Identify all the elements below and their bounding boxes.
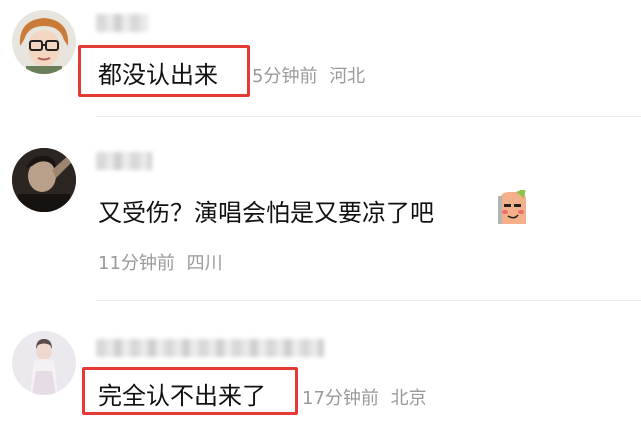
username-blurred[interactable] xyxy=(96,14,148,32)
username-blurred[interactable] xyxy=(96,152,152,170)
comment-time: 5分钟前 xyxy=(252,66,318,87)
comment-item-1: 都没认出来 5分钟前 河北 xyxy=(0,0,641,118)
divider xyxy=(96,116,641,117)
comment-text: 又受伤？演唱会怕是又要凉了吧 xyxy=(98,193,434,228)
comment-time: 17分钟前 xyxy=(302,388,379,409)
comment-text: 完全认不出来了 xyxy=(98,382,266,410)
comment-location: 四川 xyxy=(186,253,223,274)
comment-text: 都没认出来 xyxy=(98,61,218,89)
comment-text-body: 又受伤？演唱会怕是又要凉了吧 xyxy=(98,199,434,227)
comment-meta: 17分钟前 北京 xyxy=(302,384,427,410)
smirk-emoji-icon xyxy=(496,188,530,226)
avatar[interactable] xyxy=(12,148,76,212)
avatar[interactable] xyxy=(12,10,76,74)
username-blurred[interactable] xyxy=(96,339,324,357)
comment-meta: 5分钟前 河北 xyxy=(252,62,365,88)
avatar[interactable] xyxy=(12,331,76,395)
comment-time: 11分钟前 xyxy=(98,253,175,274)
comment-location: 河北 xyxy=(329,66,366,87)
comment-location: 北京 xyxy=(390,388,427,409)
comment-meta: 11分钟前 四川 xyxy=(98,249,223,275)
comment-item-2: 又受伤？演唱会怕是又要凉了吧 11分钟前 四川 xyxy=(0,118,641,301)
comment-item-3: 完全认不出来了 17分钟前 北京 xyxy=(0,301,641,431)
